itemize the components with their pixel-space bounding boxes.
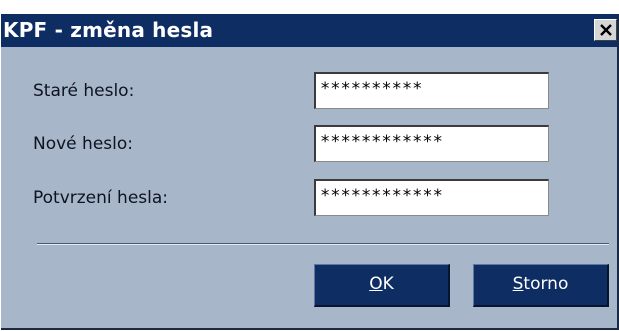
- new-password-label: Nové heslo:: [33, 134, 133, 154]
- cancel-accelerator: S: [512, 274, 524, 294]
- separator: [37, 243, 609, 245]
- ok-label-rest: K: [382, 274, 394, 294]
- change-password-dialog: KPF - změna hesla Staré heslo: *********…: [1, 14, 619, 330]
- close-button[interactable]: [594, 19, 617, 41]
- confirm-password-field[interactable]: ************: [314, 179, 549, 216]
- new-password-field[interactable]: ************: [314, 125, 549, 162]
- window-title: KPF - změna hesla: [3, 18, 214, 42]
- confirm-password-label: Potvrzení hesla:: [33, 188, 169, 208]
- old-password-label: Staré heslo:: [33, 81, 135, 101]
- cancel-button[interactable]: Storno: [473, 264, 609, 307]
- title-bar[interactable]: KPF - změna hesla: [1, 14, 617, 47]
- ok-accelerator: O: [369, 274, 383, 294]
- cancel-label-rest: torno: [523, 274, 569, 294]
- old-password-field[interactable]: **********: [314, 72, 549, 109]
- ok-button[interactable]: OK: [314, 264, 450, 307]
- close-x-icon: [600, 24, 612, 36]
